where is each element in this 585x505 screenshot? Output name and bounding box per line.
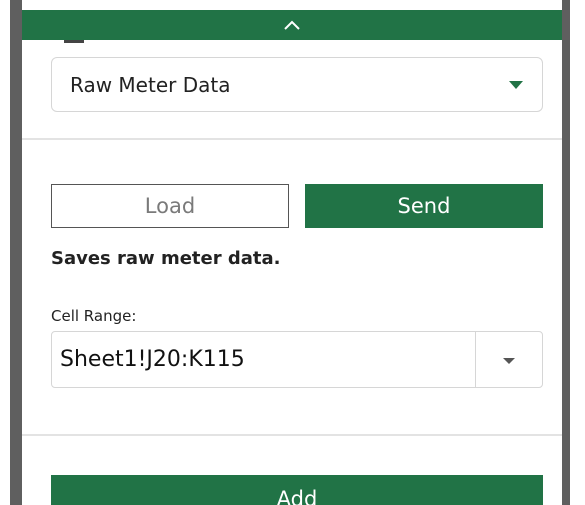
cell-range-value: Sheet1!J20:K115: [60, 347, 245, 372]
load-button[interactable]: Load: [51, 184, 289, 228]
clipped-field-label: [64, 36, 124, 44]
task-pane-window: Raw Meter Data Load Send Saves raw meter…: [0, 0, 585, 505]
window-edge-right: [570, 0, 585, 505]
window-border-right: [562, 0, 570, 505]
section-divider: [22, 434, 562, 436]
mode-dropdown[interactable]: Raw Meter Data: [51, 57, 543, 112]
cell-range-caret-button[interactable]: [476, 332, 542, 387]
cell-range-label: Cell Range:: [51, 307, 137, 325]
mode-dropdown-value: Raw Meter Data: [70, 72, 231, 97]
caret-down-icon: [502, 350, 516, 369]
action-description: Saves raw meter data.: [51, 248, 281, 269]
add-button[interactable]: Add: [51, 475, 543, 505]
cell-range-dropdown[interactable]: Sheet1!J20:K115: [51, 331, 543, 388]
window-border-left: [10, 0, 22, 505]
task-pane: Raw Meter Data Load Send Saves raw meter…: [22, 0, 562, 505]
chevron-up-icon: [283, 19, 301, 31]
section-divider: [22, 138, 562, 140]
window-edge-left: [0, 0, 10, 505]
send-button[interactable]: Send: [305, 184, 543, 228]
caret-down-icon: [508, 75, 524, 94]
